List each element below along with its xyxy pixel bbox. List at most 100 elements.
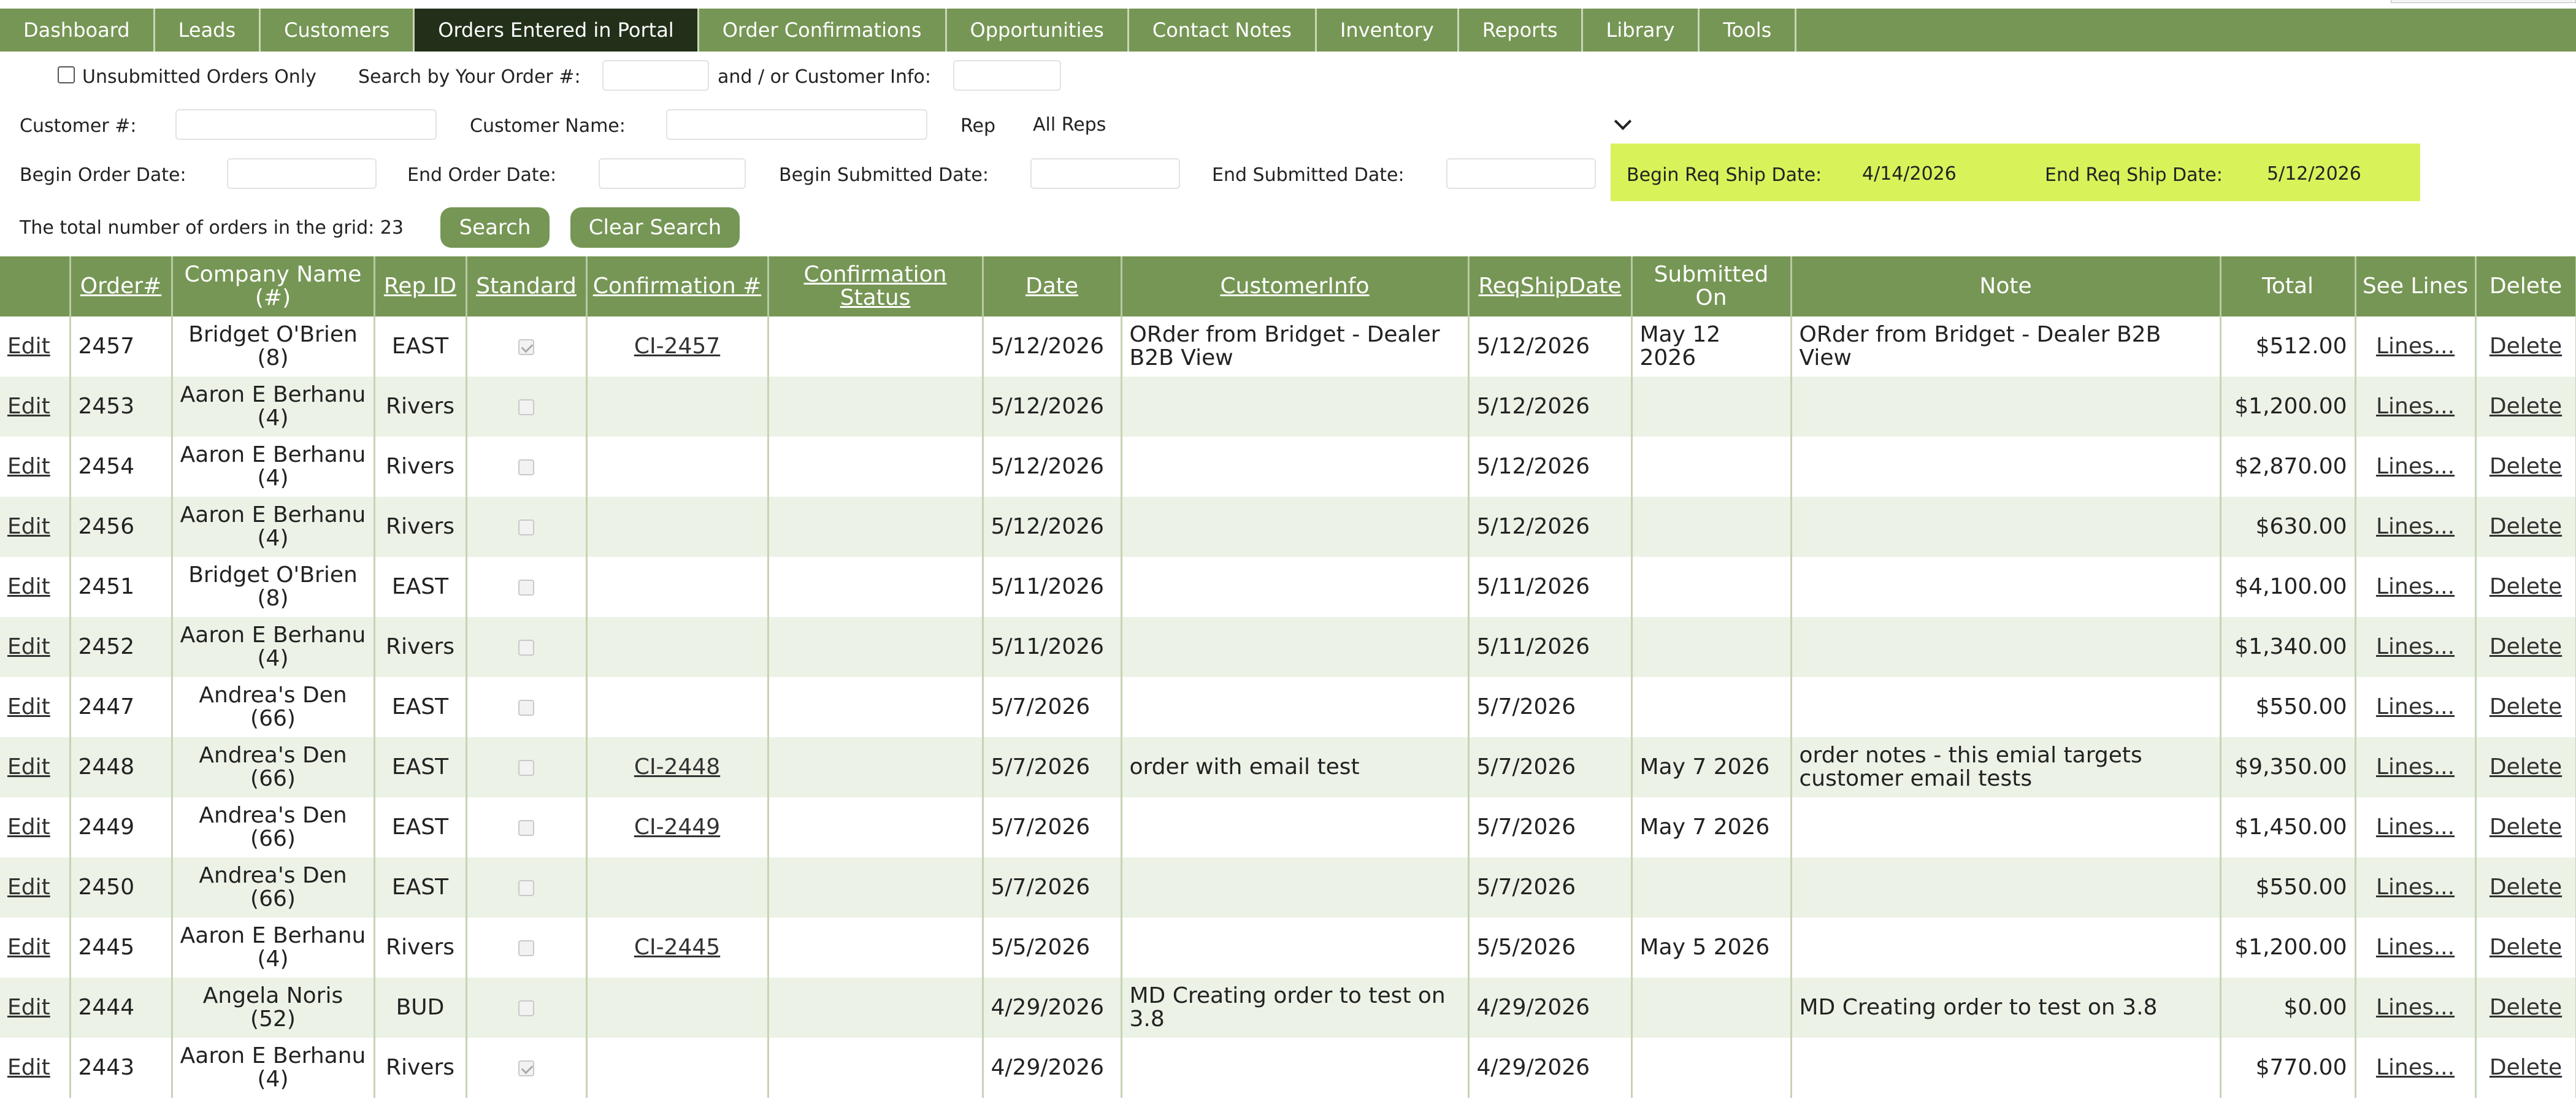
end-submitted-date-input[interactable] xyxy=(1446,158,1596,189)
delete-column: Delete xyxy=(2475,377,2576,437)
column-header-rep-id[interactable]: Rep ID xyxy=(374,256,467,316)
nav-item-order-confirmations[interactable]: Order Confirmations xyxy=(699,9,947,52)
rep-select[interactable]: All Reps xyxy=(1030,109,1638,140)
edit-link[interactable]: Edit xyxy=(7,875,50,900)
delete-link[interactable]: Delete xyxy=(2490,394,2562,419)
see-lines-link[interactable]: Lines... xyxy=(2376,334,2455,359)
see-lines-link[interactable]: Lines... xyxy=(2376,815,2455,840)
column-header-standard[interactable]: Standard xyxy=(466,256,588,316)
rep-id-column: Rivers xyxy=(374,437,467,497)
edit-link[interactable]: Edit xyxy=(7,454,50,479)
see-lines-link[interactable]: Lines... xyxy=(2376,394,2455,419)
total-cell: $770.00 xyxy=(2255,1055,2347,1080)
date-cell: 5/5/2026 xyxy=(991,935,1091,960)
begin-submitted-date-input[interactable] xyxy=(1030,158,1180,189)
delete-link[interactable]: Delete xyxy=(2490,454,2562,479)
clear-search-button[interactable]: Clear Search xyxy=(570,207,740,248)
req-ship-date-column: 5/7/2026 xyxy=(1468,797,1633,857)
total-cell: $0.00 xyxy=(2283,995,2347,1020)
nav-item-library[interactable]: Library xyxy=(1583,9,1700,52)
see-lines-link[interactable]: Lines... xyxy=(2376,1055,2455,1080)
nav-item-opportunities[interactable]: Opportunities xyxy=(947,9,1129,52)
submitted-on-cell: May 5 2026 xyxy=(1639,935,1770,960)
order-number-input[interactable] xyxy=(602,60,709,91)
begin-order-date-input[interactable] xyxy=(227,158,377,189)
rep-id-cell: EAST xyxy=(391,875,449,900)
edit-column: Edit xyxy=(0,316,71,377)
see-lines-link[interactable]: Lines... xyxy=(2376,995,2455,1020)
confirmation-link[interactable]: CI-2445 xyxy=(634,935,720,960)
confirmation-status-column xyxy=(768,797,984,857)
edit-link[interactable]: Edit xyxy=(7,574,50,599)
order-number-cell: 2448 xyxy=(78,754,135,780)
edit-link[interactable]: Edit xyxy=(7,935,50,960)
edit-link[interactable]: Edit xyxy=(7,995,50,1020)
edit-link[interactable]: Edit xyxy=(7,634,50,659)
confirmation-link[interactable]: CI-2457 xyxy=(634,334,720,359)
column-header-reqshipdate[interactable]: ReqShipDate xyxy=(1468,256,1633,316)
customer-name-input[interactable] xyxy=(666,109,927,140)
unsubmitted-only-checkbox[interactable] xyxy=(58,66,75,83)
nav-item-orders-entered-in-portal[interactable]: Orders Entered in Portal xyxy=(415,9,699,52)
delete-link[interactable]: Delete xyxy=(2490,995,2562,1020)
end-req-ship-date-input[interactable]: 5/12/2026 xyxy=(2257,158,2408,189)
req-ship-date-column: 5/12/2026 xyxy=(1468,437,1633,497)
nav-item-contact-notes[interactable]: Contact Notes xyxy=(1129,9,1317,52)
customer-info-column xyxy=(1121,617,1470,677)
note-cell: order notes - this emial targets custome… xyxy=(1799,743,2142,791)
req-ship-date-column: 5/12/2026 xyxy=(1468,377,1633,437)
column-header-customerinfo[interactable]: CustomerInfo xyxy=(1121,256,1470,316)
search-button[interactable]: Search xyxy=(440,207,550,248)
see-lines-link[interactable]: Lines... xyxy=(2376,694,2455,719)
column-header-order[interactable]: Order# xyxy=(70,256,173,316)
customer-number-input[interactable] xyxy=(175,109,437,140)
edit-link[interactable]: Edit xyxy=(7,514,50,539)
delete-link[interactable]: Delete xyxy=(2490,514,2562,539)
see-lines-link[interactable]: Lines... xyxy=(2376,935,2455,960)
confirmation-column xyxy=(586,677,769,737)
delete-link[interactable]: Delete xyxy=(2490,574,2562,599)
edit-link[interactable]: Edit xyxy=(7,754,50,780)
company-name-column: Aaron E Berhanu (4) xyxy=(172,918,375,978)
see-lines-link[interactable]: Lines... xyxy=(2376,574,2455,599)
edit-link[interactable]: Edit xyxy=(7,1055,50,1080)
delete-link[interactable]: Delete xyxy=(2490,1055,2562,1080)
company-name-cell: Aaron E Berhanu (4) xyxy=(180,1043,366,1092)
confirmation-column xyxy=(586,497,769,557)
nav-item-reports[interactable]: Reports xyxy=(1459,9,1583,52)
begin-req-ship-date-input[interactable]: 4/14/2026 xyxy=(1852,158,2013,189)
delete-link[interactable]: Delete xyxy=(2490,875,2562,900)
see-lines-column: Lines... xyxy=(2355,797,2477,857)
column-header-confirmation-status[interactable]: Confirmation Status xyxy=(768,256,984,316)
edit-link[interactable]: Edit xyxy=(7,694,50,719)
company-name-cell: Aaron E Berhanu (4) xyxy=(180,623,366,671)
edit-link[interactable]: Edit xyxy=(7,394,50,419)
delete-link[interactable]: Delete xyxy=(2490,334,2562,359)
nav-item-customers[interactable]: Customers xyxy=(261,9,415,52)
delete-link[interactable]: Delete xyxy=(2490,815,2562,840)
see-lines-link[interactable]: Lines... xyxy=(2376,754,2455,780)
see-lines-link[interactable]: Lines... xyxy=(2376,514,2455,539)
confirmation-link[interactable]: CI-2448 xyxy=(634,754,720,780)
edit-link[interactable]: Edit xyxy=(7,815,50,840)
table-row: Edit 2450 Andrea's Den (66) EAST 5/7/2026 5/7… xyxy=(0,857,2576,918)
delete-link[interactable]: Delete xyxy=(2490,935,2562,960)
see-lines-link[interactable]: Lines... xyxy=(2376,634,2455,659)
nav-item-dashboard[interactable]: Dashboard xyxy=(0,9,155,52)
column-header-confirmation[interactable]: Confirmation # xyxy=(586,256,769,316)
confirmation-link[interactable]: CI-2449 xyxy=(634,815,720,840)
edit-link[interactable]: Edit xyxy=(7,334,50,359)
column-header-date[interactable]: Date xyxy=(983,256,1122,316)
req-ship-date-cell: 5/7/2026 xyxy=(1476,694,1576,719)
nav-item-tools[interactable]: Tools xyxy=(1700,9,1797,52)
delete-link[interactable]: Delete xyxy=(2490,634,2562,659)
customer-info-input[interactable] xyxy=(953,60,1061,91)
company-name-column: Aaron E Berhanu (4) xyxy=(172,1038,375,1098)
delete-link[interactable]: Delete xyxy=(2490,694,2562,719)
end-order-date-input[interactable] xyxy=(599,158,746,189)
nav-item-leads[interactable]: Leads xyxy=(155,9,261,52)
delete-link[interactable]: Delete xyxy=(2490,754,2562,780)
see-lines-link[interactable]: Lines... xyxy=(2376,875,2455,900)
nav-item-inventory[interactable]: Inventory xyxy=(1317,9,1459,52)
see-lines-link[interactable]: Lines... xyxy=(2376,454,2455,479)
